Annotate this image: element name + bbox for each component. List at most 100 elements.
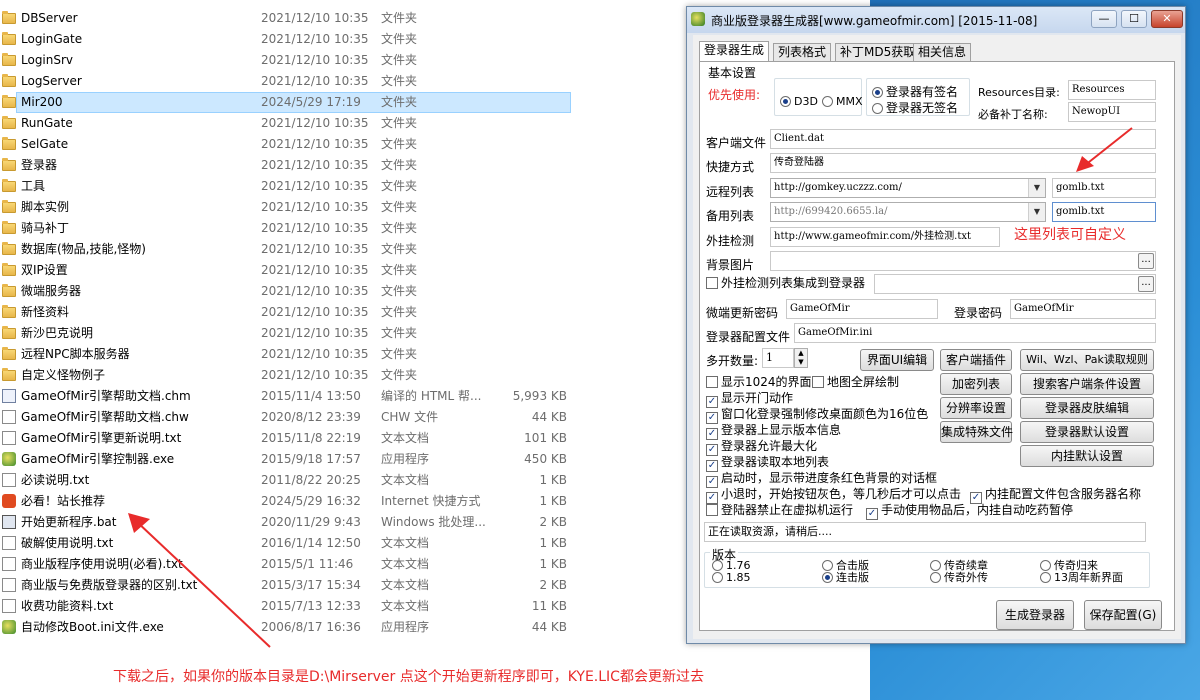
gray-start-checkbox[interactable]: ✓ 小退时，开始按钮灰色，等几秒后才可以点击 xyxy=(706,487,961,504)
file-row[interactable]: 自动修改Boot.ini文件.exe 2006/8/17 16:36 应用程序 44 … xyxy=(0,617,580,638)
status-field: 正在读取资源，请稍后.... xyxy=(704,522,1146,542)
tab-list-format[interactable]: 列表格式 xyxy=(773,43,832,61)
show-version-checkbox[interactable]: ✓ 登录器上显示版本信息 xyxy=(706,423,841,440)
version-radio-13th-anniversary[interactable]: 13周年新界面 xyxy=(1040,571,1123,584)
radio-signed[interactable]: 登录器有签名 xyxy=(872,86,958,99)
resources-input[interactable]: Resources xyxy=(1068,80,1156,100)
file-row[interactable]: GameOfMir引擎帮助文档.chw 2020/8/12 23:39 CHW 文件… xyxy=(0,407,580,428)
radio-unsigned[interactable]: 登录器无签名 xyxy=(872,102,958,115)
skin-edit-button[interactable]: 登录器皮肤编辑 xyxy=(1020,397,1154,419)
plugin-check-input[interactable]: http://www.gameofmir.com/外挂检测.txt xyxy=(770,227,1000,247)
file-row[interactable]: LoginGate 2021/12/10 10:35 文件夹 xyxy=(0,29,580,50)
file-row[interactable]: LoginSrv 2021/12/10 10:35 文件夹 xyxy=(0,50,580,71)
multi-open-input[interactable]: 1 xyxy=(762,348,794,368)
allow-maximize-checkbox[interactable]: ✓ 登录器允许最大化 xyxy=(706,439,817,456)
config-file-input[interactable]: GameOfMir.ini xyxy=(794,323,1156,343)
file-row[interactable]: 双IP设置 2021/12/10 10:35 文件夹 xyxy=(0,260,580,281)
backup-list-combo[interactable]: http://699420.6655.la/▼ xyxy=(770,202,1046,222)
file-row[interactable]: 必看！站长推荐 2024/5/29 16:32 Internet 快捷方式 1 KB xyxy=(0,491,580,512)
folder-icon xyxy=(2,137,16,150)
file-row[interactable]: DBServer 2021/12/10 10:35 文件夹 xyxy=(0,8,580,29)
manual-item-pause-checkbox[interactable]: ✓ 手动使用物品后，内挂自动吃药暂停 xyxy=(866,503,1073,520)
minimize-button[interactable]: — xyxy=(1091,10,1117,28)
bg-image-input[interactable] xyxy=(770,251,1156,271)
chevron-down-icon[interactable]: ▼ xyxy=(1028,203,1045,221)
file-row[interactable]: SelGate 2021/12/10 10:35 文件夹 xyxy=(0,134,580,155)
plugin-integrate-browse-button[interactable]: ... xyxy=(1138,276,1154,292)
config-server-name-checkbox[interactable]: ✓ 内挂配置文件包含服务器名称 xyxy=(970,487,1141,504)
plugin-check-label: 外挂检测 xyxy=(706,234,755,248)
remote-list-file-input[interactable]: gomlb.txt xyxy=(1052,178,1156,198)
file-row[interactable]: 脚本实例 2021/12/10 10:35 文件夹 xyxy=(0,197,580,218)
encrypt-list-button[interactable]: 加密列表 xyxy=(940,373,1012,395)
tab-related-info[interactable]: 相关信息 xyxy=(913,43,972,61)
file-row[interactable]: GameOfMir引擎控制器.exe 2015/9/18 17:57 应用程序 450… xyxy=(0,449,580,470)
file-row[interactable]: 微端服务器 2021/12/10 10:35 文件夹 xyxy=(0,281,580,302)
bg-image-browse-button[interactable]: ... xyxy=(1138,253,1154,269)
login-password-input[interactable]: GameOfMir xyxy=(1010,299,1156,319)
generate-launcher-button[interactable]: 生成登录器 xyxy=(996,600,1074,630)
patch-name-input[interactable]: NewopUI xyxy=(1068,102,1156,122)
file-row[interactable]: 新怪资料 2021/12/10 10:35 文件夹 xyxy=(0,302,580,323)
file-row[interactable]: 商业版与免费版登录器的区别.txt 2015/3/17 15:34 文本文档 2 KB xyxy=(0,575,580,596)
maximize-button[interactable]: ☐ xyxy=(1121,10,1147,28)
file-type: 文件夹 xyxy=(381,32,418,46)
save-config-button[interactable]: 保存配置(G) xyxy=(1084,600,1162,630)
integrate-special-button[interactable]: 集成特殊文件 xyxy=(940,421,1013,443)
version-radio-185[interactable]: 1.85 xyxy=(712,571,751,584)
title-bar[interactable]: 商业版登录器生成器[www.gameofmir.com] [2015-11-08… xyxy=(687,7,1185,33)
plugin-integrate-input[interactable] xyxy=(874,274,1156,294)
resolution-button[interactable]: 分辨率设置 xyxy=(940,397,1012,419)
remote-list-combo[interactable]: http://gomkey.uczzz.com/▼ xyxy=(770,178,1046,198)
read-local-list-checkbox[interactable]: ✓ 登录器读取本地列表 xyxy=(706,455,829,472)
show-1024-checkbox[interactable]: 显示1024的界面 xyxy=(706,375,812,389)
version-radio-lianji[interactable]: 连击版 xyxy=(822,571,869,584)
file-row[interactable]: RunGate 2021/12/10 10:35 文件夹 xyxy=(0,113,580,134)
multi-open-spinner[interactable]: ▲ ▼ xyxy=(794,348,808,368)
file-name: GameOfMir引擎帮助文档.chw xyxy=(21,410,189,424)
ui-edit-button[interactable]: 界面UI编辑 xyxy=(860,349,934,371)
file-row[interactable]: 登录器 2021/12/10 10:35 文件夹 xyxy=(0,155,580,176)
micro-update-password-input[interactable]: GameOfMir xyxy=(786,299,938,319)
plugin-integrate-checkbox[interactable]: 外挂检测列表集成到登录器 xyxy=(706,276,865,290)
backup-list-file-input[interactable]: gomlb.txt xyxy=(1052,202,1156,222)
search-client-button[interactable]: 搜索客户端条件设置 xyxy=(1020,373,1154,395)
progress-dialog-checkbox[interactable]: ✓ 启动时，显示带进度条红色背景的对话框 xyxy=(706,471,937,488)
file-row[interactable]: 远程NPC脚本服务器 2021/12/10 10:35 文件夹 xyxy=(0,344,580,365)
file-row[interactable]: LogServer 2021/12/10 10:35 文件夹 xyxy=(0,71,580,92)
radio-d3d[interactable]: D3D xyxy=(780,95,818,108)
file-row[interactable]: GameOfMir引擎更新说明.txt 2015/11/8 22:19 文本文档 10… xyxy=(0,428,580,449)
file-type: 文件夹 xyxy=(381,95,418,109)
client-plugin-button[interactable]: 客户端插件 xyxy=(940,349,1012,371)
plugin-default-button[interactable]: 内挂默认设置 xyxy=(1020,445,1154,467)
file-row[interactable]: 自定义怪物例子 2021/12/10 10:35 文件夹 xyxy=(0,365,580,386)
map-fullscreen-checkbox[interactable]: 地图全屏绘制 xyxy=(812,375,899,389)
file-row[interactable]: GameOfMir引擎帮助文档.chm 2015/11/4 13:50 编译的 HT… xyxy=(0,386,580,407)
file-row[interactable]: 商业版程序使用说明(必看).txt 2015/5/1 11:46 文本文档 1 KB xyxy=(0,554,580,575)
show-door-checkbox[interactable]: ✓ 显示开门动作 xyxy=(706,391,793,408)
wil-rules-button[interactable]: Wil、Wzl、Pak读取规则 xyxy=(1020,349,1154,371)
file-row[interactable]: 新沙巴克说明 2021/12/10 10:35 文件夹 xyxy=(0,323,580,344)
force-16bit-checkbox[interactable]: ✓ 窗口化登录强制修改桌面颜色为16位色 xyxy=(706,407,928,424)
tab-launcher-generate[interactable]: 登录器生成 xyxy=(699,41,770,62)
file-date: 2021/12/10 10:35 xyxy=(261,284,369,298)
client-file-label: 客户端文件 xyxy=(706,136,767,150)
file-row[interactable]: 必读说明.txt 2011/8/22 20:25 文本文档 1 KB xyxy=(0,470,580,491)
tab-patch-md5[interactable]: 补丁MD5获取 xyxy=(835,43,921,61)
file-row[interactable]: 数据库(物品,技能,怪物) 2021/12/10 10:35 文件夹 xyxy=(0,239,580,260)
file-type: 文件夹 xyxy=(381,263,418,277)
file-row[interactable]: 骑马补丁 2021/12/10 10:35 文件夹 xyxy=(0,218,580,239)
block-vm-checkbox[interactable]: 登陆器禁止在虚拟机运行 xyxy=(706,503,853,517)
close-button[interactable]: ✕ xyxy=(1151,10,1183,28)
file-row[interactable]: 收费功能资料.txt 2015/7/13 12:33 文本文档 11 KB xyxy=(0,596,580,617)
chevron-down-icon[interactable]: ▼ xyxy=(1028,179,1045,197)
file-row[interactable]: 工具 2021/12/10 10:35 文件夹 xyxy=(0,176,580,197)
file-row[interactable]: 开始更新程序.bat 2020/11/29 9:43 Windows 批处理... 2… xyxy=(0,512,580,533)
radio-mmx[interactable]: MMX xyxy=(822,95,863,108)
file-row[interactable]: 破解使用说明.txt 2016/1/14 12:50 文本文档 1 KB xyxy=(0,533,580,554)
default-settings-button[interactable]: 登录器默认设置 xyxy=(1020,421,1154,443)
file-row[interactable]: Mir200 2024/5/29 17:19 文件夹 xyxy=(0,92,580,113)
version-radio-side-story[interactable]: 传奇外传 xyxy=(930,571,988,584)
file-name: LoginSrv xyxy=(21,53,74,67)
file-date: 2021/12/10 10:35 xyxy=(261,263,369,277)
